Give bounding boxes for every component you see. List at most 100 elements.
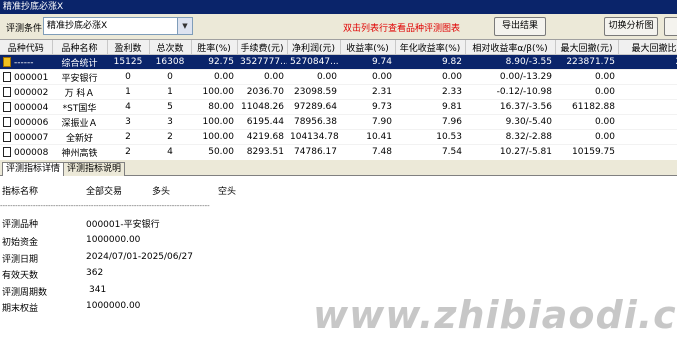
- table-cell: 5: [149, 99, 191, 115]
- cell-text: 74786.17: [294, 147, 337, 157]
- table-cell: 9.74: [340, 54, 395, 70]
- cell-text: 9.30/-5.40: [505, 117, 552, 127]
- tab-bar: 评测指标详情 评测指标说明: [0, 160, 677, 177]
- column-header[interactable]: 最大回撤(元): [555, 40, 619, 55]
- table-cell: 50.00: [191, 144, 237, 158]
- table-row[interactable]: 000007 全新好 2 2 100.00 4219.68 104134.78 10.41 10…: [0, 129, 677, 145]
- cell-text: 78956.38: [294, 117, 337, 127]
- column-header[interactable]: 手续费(元): [237, 40, 288, 55]
- cell-text: 000001: [14, 72, 49, 83]
- table-cell: 3: [107, 114, 149, 130]
- table-cell: [618, 129, 677, 145]
- tab-indicator-details[interactable]: 评测指标详情: [2, 162, 65, 177]
- cell-text: 9.82: [441, 57, 462, 67]
- table-cell: 0.00: [237, 69, 287, 85]
- column-header[interactable]: 相对收益率α/β(%): [465, 40, 556, 55]
- hint-text: 双击列表行查看品种评测图表: [343, 24, 461, 34]
- cell-text: 10.27/-5.81: [499, 147, 552, 157]
- table-cell: 8.32/-2.88: [465, 129, 555, 145]
- table-row[interactable]: 000006 深振业Ａ 3 3 100.00 6195.44 78956.38 7.90 7.9…: [0, 114, 677, 130]
- table-cell: 2: [107, 129, 149, 145]
- table-cell: 深振业Ａ: [52, 114, 107, 130]
- detail-label: 评测日期: [2, 255, 39, 265]
- cell-text: 8.32/-2.88: [505, 132, 552, 142]
- table-cell: 10.27/-5.81: [465, 144, 555, 158]
- table-row[interactable]: 000008 神州高铁 2 4 50.00 8293.51 74786.17 7.48 7.54…: [0, 144, 677, 159]
- column-header[interactable]: 总次数: [149, 40, 192, 55]
- chevron-down-icon[interactable]: ▼: [177, 18, 192, 34]
- condition-select[interactable]: 精准抄底必涨X ▼: [43, 17, 193, 35]
- results-table[interactable]: 品种代码 品种名称 盈利数 总次数 胜率(%) 手续费(元) 净利润(元) 收益…: [0, 40, 677, 158]
- table-cell: 61182.88: [555, 99, 618, 115]
- cell-text: 神州高铁: [61, 148, 98, 159]
- table-cell: 0.00: [395, 69, 465, 85]
- cell-code: 000001: [0, 69, 52, 85]
- cell-text: 15125: [113, 57, 143, 67]
- cell-text: 000004: [14, 102, 49, 113]
- table-cell: 7.96: [395, 114, 465, 130]
- table-cell: 0.00: [340, 69, 395, 85]
- cell-text: 100.00: [202, 117, 235, 127]
- column-header[interactable]: 净利润(元): [287, 40, 341, 55]
- cell-text: 7.54: [441, 147, 462, 157]
- cell-text: 4219.68: [246, 132, 284, 142]
- cell-text: 0.00: [441, 72, 462, 82]
- cell-code: 000006: [0, 114, 52, 130]
- table-cell: 4: [107, 99, 149, 115]
- cell-text: 5270847...: [290, 57, 339, 67]
- table-cell: *ST国华: [52, 99, 107, 115]
- cell-text: 11048.26: [241, 102, 284, 112]
- table-cell: 78956.38: [287, 114, 340, 130]
- cell-text: 0.00: [263, 72, 284, 82]
- table-cell: 10.53: [395, 129, 465, 145]
- column-header[interactable]: 收益率(%): [340, 40, 396, 55]
- table-row[interactable]: 000001 平安银行 0 0 0.00 0.00 0.00 0.00 0.00 0.00/-13…: [0, 69, 677, 85]
- cell-text: 深振业Ａ: [61, 118, 98, 129]
- detail-header-name: 指标名称: [2, 187, 39, 197]
- column-header[interactable]: 胜率(%): [191, 40, 238, 55]
- condition-value: 精准抄底必涨X: [47, 21, 108, 31]
- table-cell: [618, 114, 677, 130]
- detail-header-short: 空头: [218, 187, 237, 197]
- column-header[interactable]: 品种代码: [0, 40, 53, 55]
- cell-text: 0.00: [371, 72, 392, 82]
- cell-text: 1: [167, 87, 173, 97]
- toolbar: 评测条件: 精准抄底必涨X ▼ 双击列表行查看品种评测图表 导出结果 切换分析图: [0, 14, 677, 40]
- table-cell: 0: [107, 69, 149, 85]
- tab-indicator-explanation[interactable]: 评测指标说明: [63, 162, 126, 176]
- table-row[interactable]: ------ 综合统计 15125 16308 92.75 3527777... 52708…: [0, 54, 677, 70]
- table-cell: 5: [618, 99, 677, 115]
- detail-value: 000001-平安银行: [86, 220, 160, 230]
- table-cell: 1: [149, 84, 191, 100]
- table-cell: 7.54: [395, 144, 465, 158]
- table-cell: 10.41: [340, 129, 395, 145]
- column-header[interactable]: 品种名称: [52, 40, 108, 55]
- export-button[interactable]: 导出结果: [494, 17, 546, 36]
- cell-text: 万 科Ａ: [64, 88, 95, 99]
- column-header[interactable]: 最大回撤比: [618, 40, 677, 55]
- table-row[interactable]: 000002 万 科Ａ 1 1 100.00 2036.70 23098.59 2.31 2.3…: [0, 84, 677, 100]
- cell-text: 平安银行: [61, 73, 98, 84]
- cell-text: 0.00/-13.29: [499, 72, 552, 82]
- cell-text: 0.00: [594, 87, 615, 97]
- detail-label: 初始资金: [2, 238, 39, 248]
- detail-divider: ----------------------------------------…: [0, 202, 210, 210]
- table-cell: 全新好: [52, 129, 107, 145]
- cell-text: 61182.88: [572, 102, 615, 112]
- detail-header-all: 全部交易: [86, 187, 123, 197]
- table-cell: 0.00: [555, 69, 618, 85]
- cell-text: 100.00: [202, 132, 235, 142]
- condition-label: 评测条件:: [6, 24, 46, 34]
- column-header[interactable]: 盈利数: [107, 40, 150, 55]
- table-cell: 4219.68: [237, 129, 287, 145]
- more-button[interactable]: [664, 17, 677, 36]
- cell-text: 3: [125, 117, 131, 127]
- switch-chart-button[interactable]: 切换分析图: [604, 17, 658, 36]
- cell-text: 0.00: [213, 72, 234, 82]
- table-cell: 2: [149, 129, 191, 145]
- column-header[interactable]: 年化收益率(%): [395, 40, 466, 55]
- summary-icon: [3, 56, 11, 67]
- detail-value: 2024/07/01-2025/06/27: [86, 252, 193, 262]
- table-cell: 7.48: [340, 144, 395, 158]
- table-row[interactable]: 000004 *ST国华 4 5 80.00 11048.26 97289.64 9.73 9.…: [0, 99, 677, 115]
